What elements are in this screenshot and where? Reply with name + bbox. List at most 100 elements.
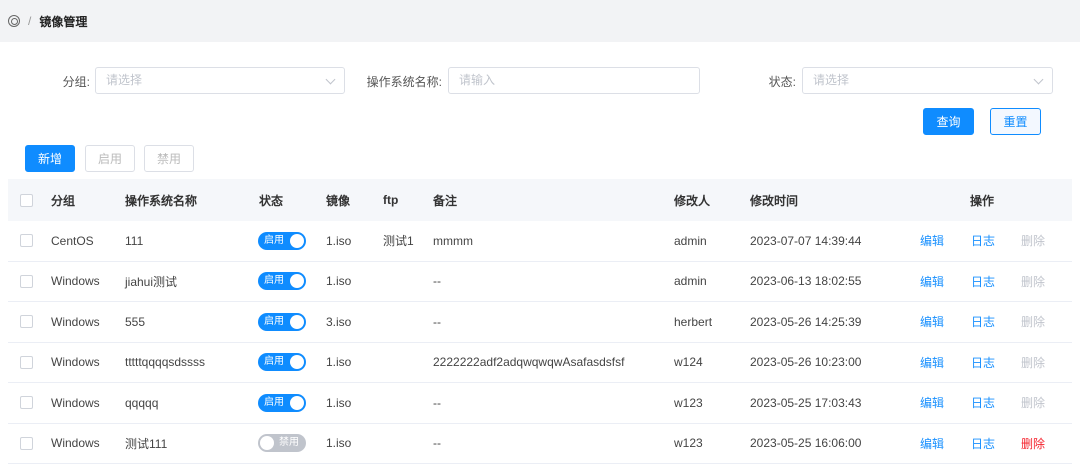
header-modify-time: 修改时间 [750,193,799,208]
log-link[interactable]: 日志 [971,424,995,464]
cell-modifier: w123 [674,436,703,451]
breadcrumb-separator: / [28,14,32,28]
header-os-name: 操作系统名称 [125,193,198,208]
cell-group: Windows [51,436,100,451]
header-remark: 备注 [433,193,458,208]
cell-remark: mmmm [433,233,473,248]
cell-image: 1.iso [326,233,352,248]
status-toggle-label: 禁用 [279,437,299,449]
breadcrumb: / 镜像管理 [0,0,1080,42]
delete-link[interactable]: 删除 [1021,424,1045,464]
cell-modify-time: 2023-05-25 16:06:00 [750,436,862,451]
status-toggle-label: 启用 [264,315,284,327]
cell-os-name: tttttqqqqsdssss [125,355,206,370]
cell-modifier: w123 [674,395,703,410]
status-toggle[interactable]: 启用 [258,353,306,372]
image-table: 分组 操作系统名称 状态 镜像 ftp 备注 修改人 修改时间 操作 CentO… [8,179,1072,464]
cell-os-name: 测试111 [125,436,168,451]
cell-image: 3.iso [326,314,352,329]
cell-image: 1.iso [326,395,352,410]
cell-modifier: w124 [674,355,703,370]
cell-image: 1.iso [326,436,352,451]
header-group: 分组 [51,193,76,208]
status-toggle-label: 启用 [264,396,284,408]
toggle-knob [290,395,304,410]
table-row: Windows 555 启用 3.iso -- herbert 2023-05-26 14:… [8,302,1072,343]
os-name-input-placeholder: 请输入 [459,73,496,87]
status-toggle[interactable]: 启用 [258,393,306,412]
toggle-knob [290,274,304,289]
status-toggle-label: 启用 [264,275,284,287]
header-status: 状态 [259,193,284,208]
cell-modifier: admin [674,274,707,289]
delete-link[interactable]: 删除 [1021,302,1045,342]
delete-link[interactable]: 删除 [1021,343,1045,383]
log-link[interactable]: 日志 [971,262,995,302]
enable-button[interactable]: 启用 [85,145,135,172]
chevron-down-icon [1033,74,1044,85]
row-checkbox[interactable] [20,396,33,410]
edit-link[interactable]: 编辑 [920,343,944,383]
edit-link[interactable]: 编辑 [920,302,944,342]
header-ftp: ftp [383,193,399,207]
table-row: Windows jiahui测试 启用 1.iso -- admin 2023-06-13 … [8,262,1072,302]
query-button[interactable]: 查询 [923,108,974,135]
group-filter-label: 分组: [62,75,90,89]
delete-link[interactable]: 删除 [1021,262,1045,302]
cell-modifier: admin [674,233,707,248]
select-all-checkbox[interactable] [20,193,33,207]
cell-modify-time: 2023-05-25 17:03:43 [750,395,862,410]
status-toggle[interactable]: 启用 [258,312,306,331]
toggle-knob [290,314,304,329]
edit-link[interactable]: 编辑 [920,424,944,464]
delete-link[interactable]: 删除 [1021,383,1045,423]
row-checkbox[interactable] [20,436,33,450]
header-operations: 操作 [970,193,995,208]
group-select-placeholder: 请选择 [106,73,143,87]
table-row: Windows 测试111 禁用 1.iso -- w123 2023-05-25 16:0… [8,424,1072,464]
log-link[interactable]: 日志 [971,221,995,261]
disable-button[interactable]: 禁用 [144,145,194,172]
row-checkbox[interactable] [20,234,33,248]
status-select[interactable]: 请选择 [802,67,1053,94]
toggle-knob [290,233,304,248]
log-link[interactable]: 日志 [971,383,995,423]
cell-group: Windows [51,314,100,329]
group-select[interactable]: 请选择 [95,67,345,94]
toggle-knob [260,436,274,451]
edit-link[interactable]: 编辑 [920,383,944,423]
cell-ftp: 测试1 [383,234,414,249]
cell-remark: -- [433,274,441,289]
status-toggle[interactable]: 启用 [258,272,306,291]
cell-os-name: qqqqq [125,395,159,410]
os-name-input[interactable]: 请输入 [448,67,700,94]
status-filter-label: 状态: [768,75,796,89]
row-checkbox[interactable] [20,315,33,329]
cell-modify-time: 2023-07-07 14:39:44 [750,233,862,248]
edit-link[interactable]: 编辑 [920,221,944,261]
main-panel: 分组: 请选择 操作系统名称: 请输入 状态: 请选择 查询 重置 新增 启用 … [0,42,1080,468]
cell-remark: -- [433,395,441,410]
status-toggle-label: 启用 [264,234,284,246]
status-toggle[interactable]: 启用 [258,231,306,250]
status-toggle[interactable]: 禁用 [258,434,306,453]
table-body: CentOS 111 启用 1.iso 测试1 mmmm admin 2023-07-07 1… [8,221,1072,464]
cell-group: Windows [51,395,100,410]
home-icon[interactable] [8,15,20,27]
log-link[interactable]: 日志 [971,302,995,342]
row-checkbox[interactable] [20,355,33,369]
header-modifier: 修改人 [674,193,711,208]
add-button[interactable]: 新增 [25,145,75,172]
log-link[interactable]: 日志 [971,343,995,383]
cell-modify-time: 2023-06-13 18:02:55 [750,274,862,289]
cell-os-name: jiahui测试 [125,274,178,289]
status-toggle-label: 启用 [264,356,284,368]
cell-image: 1.iso [326,355,352,370]
reset-button[interactable]: 重置 [990,108,1041,135]
header-image: 镜像 [326,193,351,208]
delete-link[interactable]: 删除 [1021,221,1045,261]
edit-link[interactable]: 编辑 [920,262,944,302]
os-filter-label: 操作系统名称: [366,75,442,89]
toggle-knob [290,355,304,370]
row-checkbox[interactable] [20,274,33,288]
